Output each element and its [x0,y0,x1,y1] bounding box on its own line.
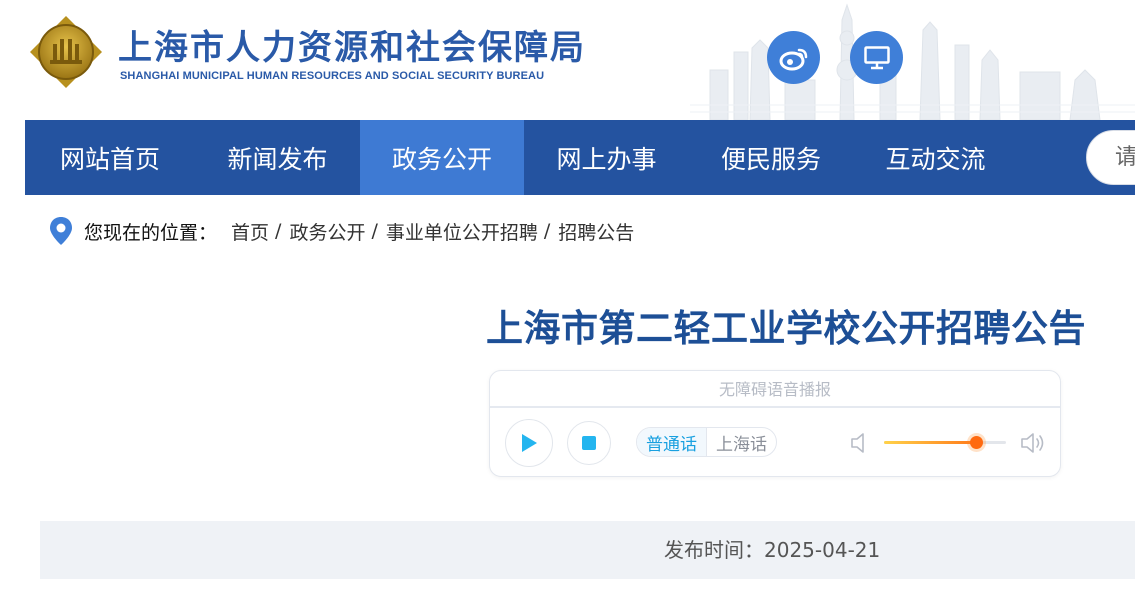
breadcrumb-separator: / [275,220,282,242]
volume-slider-fill [884,441,976,444]
publish-date-value: 2025-04-21 [764,538,881,562]
breadcrumb: 您现在的位置： 首页 / 政务公开 / 事业单位公开招聘 / 招聘公告 [48,214,634,248]
nav-item-government-affairs[interactable]: 政务公开 [360,120,524,195]
nav-item-public-services[interactable]: 便民服务 [689,120,853,195]
dialect-switch: 普通话 上海话 [636,427,777,457]
bureau-emblem-icon[interactable] [26,14,106,90]
monitor-icon [863,45,890,69]
play-button[interactable] [505,419,553,467]
audio-player-title: 无障碍语音播报 [490,371,1060,408]
search-input[interactable] [1087,131,1135,184]
breadcrumb-recruitment-notice[interactable]: 招聘公告 [558,218,634,245]
stop-icon [582,436,596,450]
breadcrumb-separator: / [543,220,551,242]
desktop-button[interactable] [850,31,903,84]
breadcrumb-public-recruitment[interactable]: 事业单位公开招聘 [386,218,538,245]
weibo-icon [779,48,807,70]
volume-high-icon[interactable] [1020,431,1046,455]
breadcrumb-government-affairs[interactable]: 政务公开 [289,218,365,245]
site-header: 上海市人力资源和社会保障局 SHANGHAI MUNICIPAL HUMAN R… [0,0,1135,120]
site-title: 上海市人力资源和社会保障局 [118,28,586,68]
dialect-shanghainese-button[interactable]: 上海话 [707,428,776,456]
nav-item-interaction[interactable]: 互动交流 [853,120,1018,195]
volume-low-icon[interactable] [850,431,870,455]
accessibility-audio-player: 无障碍语音播报 普通话 上海话 [489,370,1061,477]
dialect-mandarin-button[interactable]: 普通话 [637,428,707,456]
site-subtitle: SHANGHAI MUNICIPAL HUMAN RESOURCES AND S… [120,70,545,82]
nav-item-online-services[interactable]: 网上办事 [524,120,689,195]
nav-item-news[interactable]: 新闻发布 [195,120,360,195]
publish-date-label: 发布时间： [664,538,764,562]
volume-slider-handle[interactable] [969,436,983,449]
breadcrumb-separator: / [371,220,378,242]
page: 上海市人力资源和社会保障局 SHANGHAI MUNICIPAL HUMAN R… [0,0,1135,602]
weibo-button[interactable] [767,31,820,84]
article-title: 上海市第二轻工业学校公开招聘公告 [486,307,1086,350]
nav-item-home[interactable]: 网站首页 [25,120,195,195]
main-nav: 网站首页 新闻发布 政务公开 网上办事 便民服务 互动交流 [25,120,1135,195]
publish-info-bar: 发布时间：2025-04-21 [40,521,1135,579]
search-box [1086,130,1135,185]
play-icon [522,434,537,452]
stop-button[interactable] [567,421,611,465]
location-pin-icon [50,217,72,245]
volume-slider[interactable] [884,436,1006,449]
publish-date: 发布时间：2025-04-21 [664,521,880,579]
breadcrumb-label: 您现在的位置： [84,221,218,244]
city-skyline-illustration [690,3,1135,120]
breadcrumb-home[interactable]: 首页 [231,218,269,245]
